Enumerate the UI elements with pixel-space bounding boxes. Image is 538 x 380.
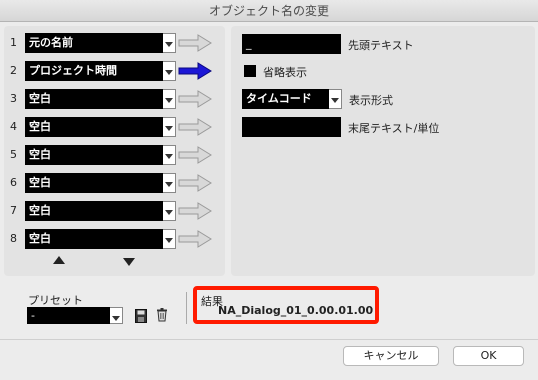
source-select[interactable]: 元の名前	[25, 33, 163, 53]
suffix-text-field[interactable]	[242, 117, 341, 137]
display-format-label: 表示形式	[349, 94, 393, 107]
format-panel: _ 先頭テキスト 省略表示 タイムコード 表示形式 末尾テキスト/単位	[231, 26, 535, 276]
display-format-select[interactable]: タイムコード	[242, 89, 329, 109]
source-select[interactable]: 空白	[25, 229, 163, 249]
dropdown-button[interactable]	[163, 173, 176, 193]
cancel-button[interactable]: キャンセル	[343, 346, 439, 366]
suffix-text-label: 末尾テキスト/単位	[348, 122, 440, 135]
dropdown-button[interactable]	[110, 307, 123, 324]
arrow-right-icon	[178, 34, 212, 52]
source-select[interactable]: 空白	[25, 173, 163, 193]
dropdown-button[interactable]	[329, 89, 342, 109]
abbreviate-label: 省略表示	[263, 66, 307, 79]
result-highlight: 結果 NA_Dialog_01_0.00.01.00	[193, 286, 379, 324]
move-down-icon[interactable]	[122, 257, 136, 267]
arrow-right-icon	[178, 230, 212, 248]
row-number: 2	[10, 64, 17, 77]
arrow-right-icon	[178, 118, 212, 136]
source-select[interactable]: 空白	[25, 201, 163, 221]
trash-icon[interactable]	[156, 308, 168, 322]
row-number: 4	[10, 120, 17, 133]
abbreviate-checkbox[interactable]	[244, 65, 256, 77]
row-number: 3	[10, 92, 17, 105]
dropdown-button[interactable]	[163, 145, 176, 165]
preset-section: プリセット -	[4, 283, 187, 332]
row-number: 1	[10, 36, 17, 49]
row-number: 7	[10, 204, 17, 217]
prefix-text-field[interactable]: _	[242, 34, 341, 54]
source-select[interactable]: プロジェクト時間	[25, 61, 163, 81]
save-icon[interactable]	[135, 309, 147, 323]
divider	[186, 292, 187, 324]
prefix-text-label: 先頭テキスト	[348, 39, 414, 52]
source-select[interactable]: 空白	[25, 145, 163, 165]
row-number: 5	[10, 148, 17, 161]
window-title: オブジェクト名の変更	[0, 0, 538, 22]
result-value: NA_Dialog_01_0.00.01.00	[218, 304, 374, 317]
source-select[interactable]: 空白	[25, 89, 163, 109]
ok-button[interactable]: OK	[453, 346, 524, 366]
dropdown-button[interactable]	[163, 89, 176, 109]
dropdown-button[interactable]	[163, 33, 176, 53]
move-up-icon[interactable]	[52, 255, 66, 265]
source-panel: 1 元の名前 2 プロジェクト時間 3 空白 4 空白 5 空白 6 空白 7 …	[4, 26, 225, 276]
arrow-right-icon	[178, 202, 212, 220]
source-select[interactable]: 空白	[25, 117, 163, 137]
preset-label: プリセット	[28, 294, 83, 307]
preset-select[interactable]: -	[27, 307, 110, 324]
arrow-right-icon	[178, 90, 212, 108]
row-number: 8	[10, 232, 17, 245]
dropdown-button[interactable]	[163, 229, 176, 249]
arrow-right-icon	[178, 174, 212, 192]
dropdown-button[interactable]	[163, 201, 176, 221]
dropdown-button[interactable]	[163, 61, 176, 81]
arrow-right-icon	[178, 62, 212, 80]
dropdown-button[interactable]	[163, 117, 176, 137]
row-number: 6	[10, 176, 17, 189]
divider	[0, 339, 538, 340]
arrow-right-icon	[178, 146, 212, 164]
